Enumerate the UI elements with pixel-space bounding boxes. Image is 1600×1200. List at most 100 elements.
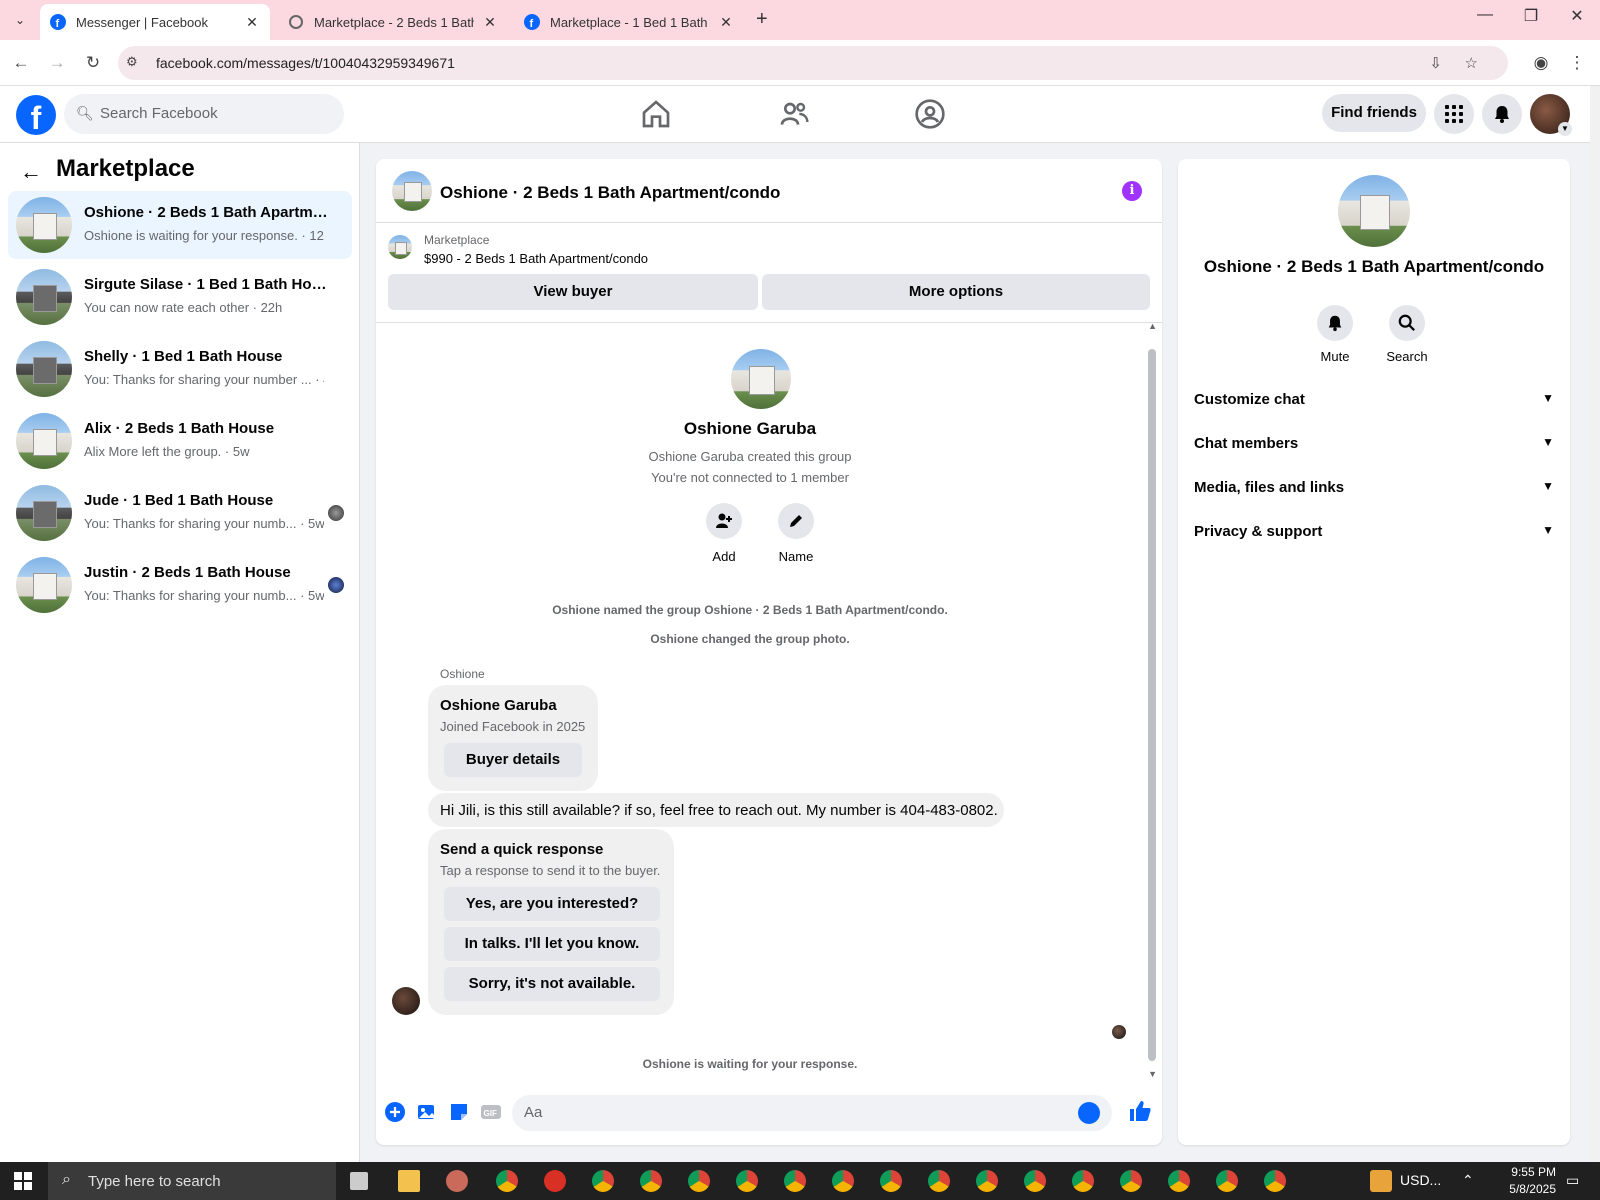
chat-title[interactable]: Oshione · 2 Beds 1 Bath Apartment/condo	[440, 183, 780, 203]
system-tray-chevron-icon[interactable]: ⌃	[1462, 1172, 1474, 1189]
name-group-button[interactable]: Name	[766, 503, 826, 564]
info-icon[interactable]: i	[1122, 181, 1142, 201]
back-arrow-icon[interactable]: ←	[20, 159, 42, 185]
page-scrollbar[interactable]	[1590, 86, 1600, 1162]
chrome-icon[interactable]	[496, 1170, 518, 1192]
search-conversation-button[interactable]: Search	[1372, 305, 1442, 364]
currency-widget-text[interactable]: USD...	[1400, 1172, 1441, 1188]
mute-button[interactable]: Mute	[1300, 305, 1370, 364]
scroll-up-icon[interactable]: ▲	[1148, 321, 1157, 331]
chrome-icon[interactable]	[592, 1170, 614, 1192]
conversation-item[interactable]: Shelly · 1 Bed 1 Bath House You: Thanks …	[8, 335, 352, 403]
quick-response-not-available[interactable]: Sorry, it's not available.	[444, 967, 660, 1001]
bookmark-star-icon[interactable]: ☆	[1465, 54, 1478, 72]
gif-icon[interactable]: GIF	[480, 1101, 502, 1123]
message-input[interactable]: Aa	[512, 1095, 1112, 1131]
chrome-icon[interactable]	[736, 1170, 758, 1192]
buyer-details-button[interactable]: Buyer details	[444, 743, 582, 777]
notifications-bell-icon[interactable]	[1482, 94, 1522, 134]
chrome-icon[interactable]	[832, 1170, 854, 1192]
group-avatar[interactable]	[1338, 175, 1410, 247]
add-member-button[interactable]: Add	[694, 503, 754, 564]
quick-response-in-talks[interactable]: In talks. I'll let you know.	[444, 927, 660, 961]
conversation-item[interactable]: Alix · 2 Beds 1 Bath House Alix More lef…	[8, 407, 352, 475]
close-window-icon[interactable]: ✕	[1554, 6, 1600, 26]
view-buyer-button[interactable]: View buyer	[388, 274, 758, 310]
groups-icon[interactable]	[914, 98, 946, 130]
tab-search-chevron-icon[interactable]: ⌄	[8, 8, 32, 32]
privacy-support-section[interactable]: Privacy & support ▼	[1194, 513, 1554, 553]
more-options-button[interactable]: More options	[762, 274, 1150, 310]
install-app-icon[interactable]: ⇩	[1429, 54, 1442, 72]
taskbar-clock[interactable]: 9:55 PM 5/8/2025	[1509, 1164, 1556, 1198]
file-explorer-icon[interactable]	[398, 1170, 420, 1192]
chrome-icon[interactable]	[1120, 1170, 1142, 1192]
url-text[interactable]: facebook.com/messages/t/1004043295934967…	[156, 55, 455, 71]
omnibox[interactable]: ⚙ facebook.com/messages/t/10040432959349…	[118, 46, 1508, 80]
chrome-icon[interactable]	[880, 1170, 902, 1192]
chrome-icon[interactable]	[1216, 1170, 1238, 1192]
notification-center-icon[interactable]: ▭	[1566, 1172, 1579, 1189]
add-person-icon	[716, 513, 732, 528]
chrome-icon[interactable]	[1168, 1170, 1190, 1192]
task-view-icon[interactable]	[350, 1172, 368, 1190]
browser-menu-icon[interactable]: ⋮	[1566, 52, 1588, 74]
taskbar-search-input[interactable]: ⌕ Type here to search	[48, 1162, 336, 1200]
conversation-name: Jude · 1 Bed 1 Bath House	[84, 492, 274, 509]
chrome-icon[interactable]	[976, 1170, 998, 1192]
new-tab-icon[interactable]: +	[756, 8, 768, 31]
app-icon[interactable]	[446, 1170, 468, 1192]
sticker-icon[interactable]	[448, 1101, 470, 1123]
site-info-icon[interactable]: ⚙	[126, 54, 138, 70]
restore-icon[interactable]: ❐	[1508, 6, 1554, 26]
back-icon[interactable]: ←	[10, 52, 32, 74]
chat-scrollbar[interactable]	[1148, 349, 1156, 1061]
chat-members-section[interactable]: Chat members ▼	[1194, 425, 1554, 465]
windows-start-icon[interactable]	[14, 1172, 32, 1190]
chrome-icon[interactable]	[640, 1170, 662, 1192]
emoji-icon[interactable]	[1078, 1102, 1100, 1124]
menu-grid-icon[interactable]	[1434, 94, 1474, 134]
search-facebook-input[interactable]: 🔍︎ Search Facebook	[64, 94, 344, 134]
minimize-icon[interactable]: —	[1462, 6, 1508, 24]
currency-widget-icon[interactable]	[1370, 1170, 1392, 1192]
thumbs-up-icon[interactable]	[1128, 1099, 1152, 1123]
conversation-item[interactable]: Justin · 2 Beds 1 Bath House You: Thanks…	[8, 551, 352, 619]
conversation-item[interactable]: Sirgute Silase · 1 Bed 1 Bath House You …	[8, 263, 352, 331]
scroll-down-icon[interactable]: ▼	[1148, 1069, 1157, 1079]
tab-marketplace-1bed[interactable]: f Marketplace - 1 Bed 1 Bath Hou ✕	[514, 4, 744, 40]
message-bubble: Hi Jili, is this still available? if so,…	[428, 793, 1004, 827]
conversation-item[interactable]: Oshione · 2 Beds 1 Bath Apartmen... Oshi…	[8, 191, 352, 259]
listing-price-title[interactable]: $990 - 2 Beds 1 Bath Apartment/condo	[424, 251, 648, 266]
chrome-icon[interactable]	[1024, 1170, 1046, 1192]
find-friends-button[interactable]: Find friends	[1322, 94, 1426, 132]
close-tab-icon[interactable]: ✕	[718, 14, 734, 31]
conversation-item[interactable]: Jude · 1 Bed 1 Bath House You: Thanks fo…	[8, 479, 352, 547]
plus-circle-icon[interactable]	[384, 1101, 406, 1123]
home-icon[interactable]	[640, 98, 672, 130]
chrome-icon[interactable]	[1264, 1170, 1286, 1192]
media-files-links-section[interactable]: Media, files and links ▼	[1194, 469, 1554, 509]
tab-messenger[interactable]: f Messenger | Facebook ✕	[40, 4, 270, 40]
chrome-icon[interactable]	[928, 1170, 950, 1192]
quick-response-yes[interactable]: Yes, are you interested?	[444, 887, 660, 921]
group-creator-name: Oshione Garuba	[683, 419, 817, 438]
chrome-icon[interactable]	[688, 1170, 710, 1192]
sender-avatar[interactable]	[392, 987, 420, 1015]
tab-marketplace-2beds[interactable]: Marketplace - 2 Beds 1 Bath Ap ✕	[278, 4, 508, 40]
close-tab-icon[interactable]: ✕	[244, 14, 260, 31]
chrome-profile-icon[interactable]	[544, 1170, 566, 1192]
group-thumbnail[interactable]	[392, 171, 432, 211]
facebook-logo[interactable]: f	[16, 95, 56, 135]
close-tab-icon[interactable]: ✕	[482, 14, 498, 31]
forward-icon[interactable]: →	[46, 52, 68, 74]
photo-icon[interactable]	[416, 1101, 438, 1123]
profile-icon[interactable]: ◉	[1530, 52, 1552, 74]
section-label: Privacy & support	[1194, 523, 1323, 540]
reload-icon[interactable]: ↻	[82, 52, 104, 74]
chrome-icon[interactable]	[784, 1170, 806, 1192]
friends-icon[interactable]	[778, 98, 810, 130]
chrome-icon[interactable]	[1072, 1170, 1094, 1192]
account-avatar[interactable]: ▼	[1530, 94, 1572, 136]
customize-chat-section[interactable]: Customize chat ▼	[1194, 381, 1554, 421]
